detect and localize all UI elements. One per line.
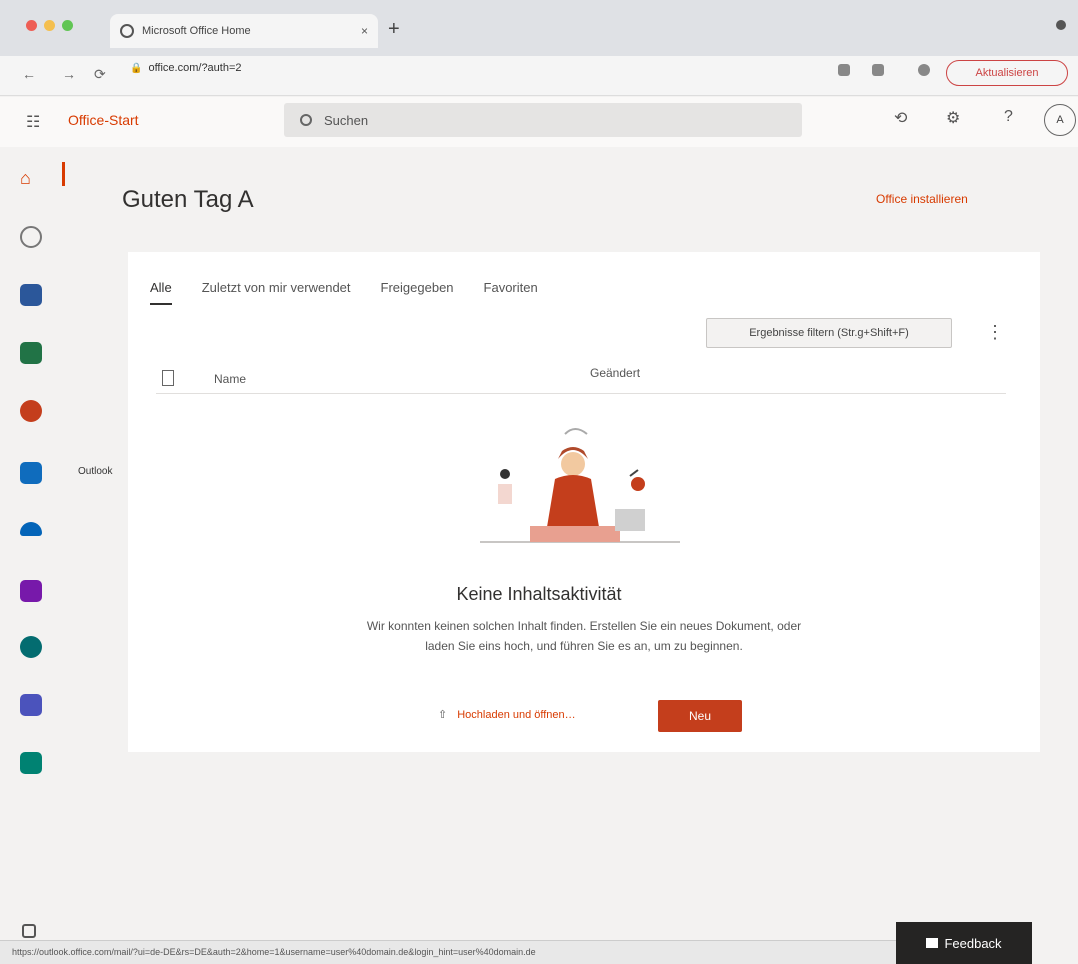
upload-icon: ⇧ (438, 709, 448, 721)
column-modified[interactable]: Geändert (590, 366, 640, 380)
install-office-link[interactable]: Office installieren (876, 192, 968, 206)
tab-shared[interactable]: Freigegeben (381, 280, 454, 305)
browser-tab[interactable]: Microsoft Office Home × (110, 14, 378, 48)
sharepoint-icon[interactable] (20, 636, 42, 658)
url-field[interactable]: 🔒 office.com/?auth=2 (130, 62, 242, 74)
file-type-icon (162, 370, 174, 386)
settings-icon[interactable] (22, 924, 36, 938)
rail-label-outlook: Outlook (78, 466, 113, 477)
bookmark-icon[interactable] (838, 64, 850, 76)
forward-button[interactable]: → (62, 66, 76, 82)
browser-titlebar: Microsoft Office Home × + (0, 0, 1078, 56)
powerpoint-icon[interactable] (20, 400, 42, 422)
outlook-icon[interactable] (20, 462, 42, 484)
more-options-icon[interactable]: ⋮ (986, 322, 1004, 343)
minimize-window-icon[interactable] (44, 20, 55, 31)
sway-icon[interactable] (20, 752, 42, 774)
feedback-icon (926, 938, 939, 948)
new-tab-button[interactable]: + (388, 18, 400, 41)
excel-icon[interactable] (20, 342, 42, 364)
refresh-icon[interactable]: ⟲ (894, 108, 907, 128)
back-button[interactable]: ← (22, 66, 36, 82)
list-header: Name Geändert (156, 364, 1006, 394)
column-name[interactable]: Name (214, 372, 246, 386)
avatar-initials: A (1056, 114, 1064, 126)
tab-title: Microsoft Office Home (142, 25, 251, 37)
empty-state-text: Wir konnten keinen solchen Inhalt finden… (366, 619, 802, 653)
word-icon[interactable] (20, 284, 42, 306)
filter-input[interactable]: Ergebnisse filtern (Str.g+Shift+F) (706, 318, 952, 348)
page-title: Guten Tag A (122, 186, 254, 213)
close-tab-icon[interactable]: × (361, 24, 368, 38)
upload-label: Hochladen und öffnen… (457, 709, 576, 721)
document-tabs: Alle Zuletzt von mir verwendet Freigegeb… (150, 280, 538, 305)
teams-icon[interactable] (20, 694, 42, 716)
lock-icon: 🔒 (130, 63, 143, 74)
url-text: office.com/?auth=2 (148, 62, 242, 74)
tab-menu-icon[interactable] (1056, 20, 1066, 30)
upload-link[interactable]: ⇧ Hochladen und öffnen… (438, 708, 576, 721)
profile-icon[interactable] (918, 64, 930, 76)
office-tab-icon (120, 24, 134, 38)
settings-icon[interactable]: ⚙ (946, 108, 960, 128)
new-button[interactable]: Neu (658, 700, 742, 732)
close-window-icon[interactable] (26, 20, 37, 31)
left-rail (0, 147, 60, 937)
brand-link[interactable]: Office-Start (68, 112, 139, 128)
reload-button[interactable]: ⟳ (94, 66, 106, 83)
feedback-label: Feedback (944, 935, 1002, 951)
maximize-window-icon[interactable] (62, 20, 73, 31)
home-icon[interactable]: ⌂ (20, 168, 42, 190)
active-indicator (62, 162, 65, 186)
update-button[interactable]: Aktualisieren (946, 60, 1068, 86)
tab-recent[interactable]: Zuletzt von mir verwendet (202, 280, 351, 305)
create-icon[interactable] (20, 226, 42, 248)
empty-state-illustration (480, 428, 680, 543)
extension-icon[interactable] (872, 64, 884, 76)
status-bar: https://outlook.office.com/mail/?ui=de-D… (0, 940, 900, 964)
feedback-button[interactable]: Feedback (896, 922, 1032, 964)
avatar[interactable]: A (1044, 104, 1076, 136)
search-input[interactable]: Suchen (284, 103, 802, 137)
empty-state-title: Keine Inhaltsaktivität (456, 584, 622, 604)
tab-favorites[interactable]: Favoriten (484, 280, 538, 305)
app-launcher-icon[interactable]: ☷ (26, 112, 40, 132)
search-placeholder: Suchen (324, 112, 369, 128)
tab-all[interactable]: Alle (150, 280, 172, 305)
search-icon (300, 114, 312, 126)
help-icon[interactable]: ? (1004, 108, 1013, 126)
